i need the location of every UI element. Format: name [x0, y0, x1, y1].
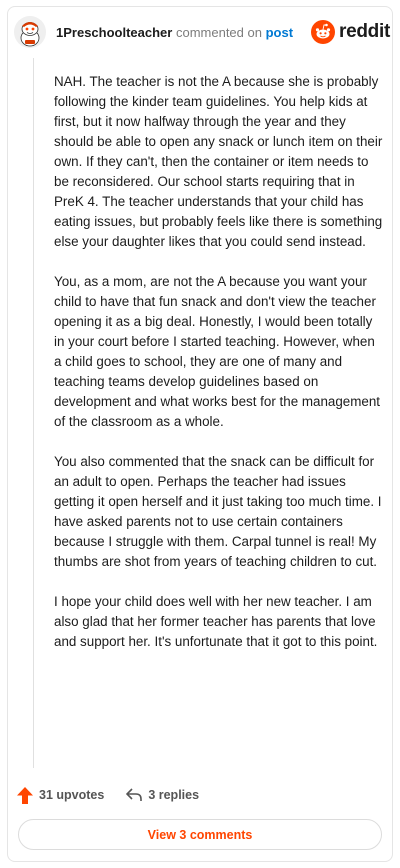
- byline-verb: commented on: [175, 24, 262, 40]
- replies-button[interactable]: 3 replies: [126, 788, 199, 802]
- thread-line[interactable]: [33, 58, 34, 768]
- reddit-brand[interactable]: reddit: [311, 20, 390, 44]
- comment-header: 1Preschoolteacher commented on post redd…: [14, 12, 390, 52]
- username-link[interactable]: 1Preschoolteacher: [56, 25, 172, 40]
- byline: 1Preschoolteacher commented on post: [56, 25, 293, 40]
- comment-actions: 31 upvotes 3 replies: [17, 783, 221, 807]
- post-link[interactable]: post: [266, 25, 293, 40]
- upvote-count: 31 upvotes: [39, 788, 105, 802]
- comment-paragraph: You also commented that the snack can be…: [54, 454, 382, 569]
- upvote-button[interactable]: 31 upvotes: [17, 786, 105, 804]
- comment-body: NAH. The teacher is not the A because sh…: [54, 72, 384, 672]
- comment-paragraph: You, as a mom, are not the A because you…: [54, 274, 381, 429]
- replies-count: 3 replies: [148, 788, 200, 802]
- reply-arrow-icon: [126, 788, 143, 801]
- comment-paragraph: I hope your child does well with her new…: [54, 594, 378, 649]
- reddit-logo-icon: [311, 20, 336, 44]
- brand-wordmark: reddit: [339, 21, 390, 42]
- view-comments-button[interactable]: View 3 comments: [18, 819, 382, 850]
- upvote-arrow-icon: [17, 786, 33, 804]
- snoo-avatar-icon[interactable]: [14, 16, 46, 48]
- comment-paragraph: NAH. The teacher is not the A because sh…: [54, 74, 383, 249]
